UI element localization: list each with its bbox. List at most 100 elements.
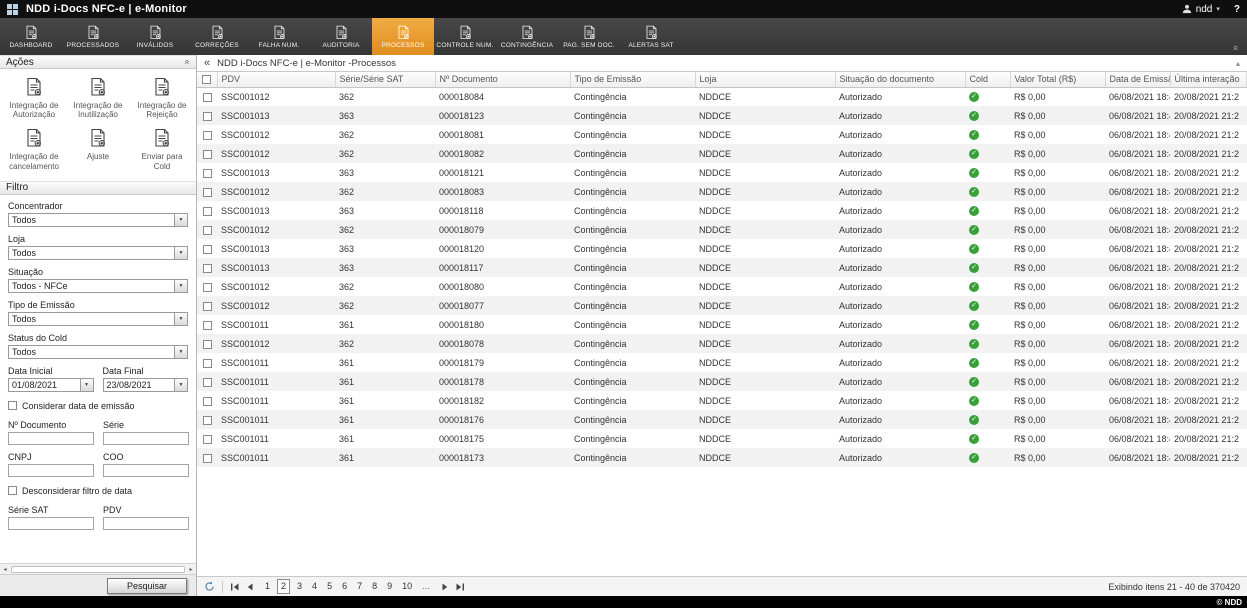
prev-page-button[interactable] bbox=[245, 582, 255, 592]
help-icon[interactable]: ? bbox=[1234, 4, 1240, 15]
row-checkbox[interactable] bbox=[203, 397, 212, 406]
row-checkbox[interactable] bbox=[203, 169, 212, 178]
tab-alertas-sat[interactable]: ALERTAS SAT bbox=[620, 18, 682, 55]
sidebar-horizontal-scrollbar[interactable]: ◂ ▸ bbox=[0, 563, 196, 574]
disregard-date-checkbox[interactable] bbox=[8, 486, 17, 495]
table-row[interactable]: SSC001011361000018175ContingênciaNDDCEAu… bbox=[197, 429, 1247, 448]
page-9[interactable]: 9 bbox=[384, 580, 395, 593]
tab-dashboard[interactable]: DASHBOARD bbox=[0, 18, 62, 55]
table-row[interactable]: SSC001013363000018120ContingênciaNDDCEAu… bbox=[197, 239, 1247, 258]
table-row[interactable]: SSC001012362000018078ContingênciaNDDCEAu… bbox=[197, 334, 1247, 353]
table-row[interactable]: SSC001011361000018179ContingênciaNDDCEAu… bbox=[197, 353, 1247, 372]
table-row[interactable]: SSC001013363000018117ContingênciaNDDCEAu… bbox=[197, 258, 1247, 277]
page-6[interactable]: 6 bbox=[339, 580, 350, 593]
status-do-cold-select[interactable]: Todos▼ bbox=[8, 345, 188, 359]
table-row[interactable]: SSC001013363000018118ContingênciaNDDCEAu… bbox=[197, 201, 1247, 220]
table-row[interactable]: SSC001012362000018077ContingênciaNDDCEAu… bbox=[197, 296, 1247, 315]
page-7[interactable]: 7 bbox=[354, 580, 365, 593]
scrollbar-thumb[interactable] bbox=[11, 566, 185, 573]
row-checkbox[interactable] bbox=[203, 416, 212, 425]
row-checkbox[interactable] bbox=[203, 207, 212, 216]
tab-pag-sem-doc[interactable]: PAG. SEM DOC. bbox=[558, 18, 620, 55]
row-checkbox[interactable] bbox=[203, 264, 212, 273]
coo-input[interactable] bbox=[103, 464, 189, 477]
column-header-serie-serie-sat[interactable]: Série/Série SAT bbox=[335, 72, 435, 87]
collapse-actions-icon[interactable]: « bbox=[182, 59, 192, 64]
table-row[interactable]: SSC001013363000018123ContingênciaNDDCEAu… bbox=[197, 106, 1247, 125]
action-integracao-de-autorizacao[interactable]: Integração de Autorização bbox=[2, 77, 66, 119]
row-checkbox[interactable] bbox=[203, 226, 212, 235]
column-header-n-documento[interactable]: Nº Documento bbox=[435, 72, 570, 87]
row-checkbox[interactable] bbox=[203, 188, 212, 197]
table-row[interactable]: SSC001012362000018080ContingênciaNDDCEAu… bbox=[197, 277, 1247, 296]
tab-contingencia[interactable]: CONTINGÊNCIA bbox=[496, 18, 558, 55]
column-header-loja[interactable]: Loja bbox=[695, 72, 835, 87]
select-all-checkbox[interactable] bbox=[202, 75, 211, 84]
row-checkbox[interactable] bbox=[203, 435, 212, 444]
scroll-left-icon[interactable]: ◂ bbox=[0, 566, 10, 573]
table-row[interactable]: SSC001011361000018173ContingênciaNDDCEAu… bbox=[197, 448, 1247, 467]
row-checkbox[interactable] bbox=[203, 378, 212, 387]
page-2[interactable]: 2 bbox=[277, 579, 290, 594]
concentrador-select[interactable]: Todos▼ bbox=[8, 213, 188, 227]
user-menu[interactable]: ndd ▾ bbox=[1182, 4, 1220, 15]
collapse-ribbon-icon[interactable]: » bbox=[1231, 45, 1241, 51]
row-checkbox[interactable] bbox=[203, 150, 212, 159]
table-row[interactable]: SSC001011361000018182ContingênciaNDDCEAu… bbox=[197, 391, 1247, 410]
cnpj-input[interactable] bbox=[8, 464, 94, 477]
column-header-cold[interactable]: Cold bbox=[965, 72, 1010, 87]
last-page-button[interactable] bbox=[455, 582, 465, 592]
search-button[interactable]: Pesquisar bbox=[107, 578, 187, 594]
row-checkbox[interactable] bbox=[203, 283, 212, 292]
row-checkbox[interactable] bbox=[203, 93, 212, 102]
app-launcher-icon[interactable] bbox=[7, 4, 18, 15]
first-page-button[interactable] bbox=[230, 582, 240, 592]
tab-invalidos[interactable]: INVÁLIDOS bbox=[124, 18, 186, 55]
row-checkbox[interactable] bbox=[203, 245, 212, 254]
consider-emission-checkbox[interactable] bbox=[8, 401, 17, 410]
tipo-de-emissao-select[interactable]: Todos▼ bbox=[8, 312, 188, 326]
table-row[interactable]: SSC001011361000018178ContingênciaNDDCEAu… bbox=[197, 372, 1247, 391]
tab-controle-num[interactable]: CONTROLE NUM. bbox=[434, 18, 496, 55]
table-row[interactable]: SSC001012362000018079ContingênciaNDDCEAu… bbox=[197, 220, 1247, 239]
tab-processados[interactable]: PROCESSADOS bbox=[62, 18, 124, 55]
column-header-situacao-do-documento[interactable]: Situação do documento bbox=[835, 72, 965, 87]
end-date-picker[interactable]: 23/08/2021 ▼ bbox=[103, 378, 189, 392]
row-checkbox[interactable] bbox=[203, 359, 212, 368]
collapse-sidebar-icon[interactable]: « bbox=[204, 58, 210, 69]
action-integracao-de-inutilizacao[interactable]: Integração de Inutilização bbox=[66, 77, 130, 119]
page-10[interactable]: 10 bbox=[399, 580, 415, 593]
column-header-tipo-de-emissao[interactable]: Tipo de Emissão bbox=[570, 72, 695, 87]
action-ajuste[interactable]: Ajuste bbox=[66, 128, 130, 170]
page-4[interactable]: 4 bbox=[309, 580, 320, 593]
column-header-data-de-emissao[interactable]: Data de Emissão bbox=[1105, 72, 1170, 87]
scroll-right-icon[interactable]: ▸ bbox=[186, 566, 196, 573]
column-header-pdv[interactable]: PDV bbox=[217, 72, 335, 87]
situacao-select[interactable]: Todos - NFCe▼ bbox=[8, 279, 188, 293]
row-checkbox[interactable] bbox=[203, 454, 212, 463]
table-row[interactable]: SSC001012362000018084ContingênciaNDDCEAu… bbox=[197, 87, 1247, 106]
tab-falha-num[interactable]: FALHA NUM. bbox=[248, 18, 310, 55]
page-8[interactable]: 8 bbox=[369, 580, 380, 593]
doc-number-input[interactable] bbox=[8, 432, 94, 445]
loja-select[interactable]: Todos▼ bbox=[8, 246, 188, 260]
next-page-button[interactable] bbox=[440, 582, 450, 592]
table-row[interactable]: SSC001011361000018180ContingênciaNDDCEAu… bbox=[197, 315, 1247, 334]
row-checkbox[interactable] bbox=[203, 340, 212, 349]
pdv-input[interactable] bbox=[103, 517, 189, 530]
serie-sat-input[interactable] bbox=[8, 517, 94, 530]
serie-input[interactable] bbox=[103, 432, 189, 445]
row-checkbox[interactable] bbox=[203, 112, 212, 121]
scroll-up-icon[interactable]: ▴ bbox=[1236, 59, 1240, 68]
page-1[interactable]: 1 bbox=[262, 580, 273, 593]
page-3[interactable]: 3 bbox=[294, 580, 305, 593]
refresh-button[interactable] bbox=[204, 581, 215, 592]
tab-processos[interactable]: PROCESSOS bbox=[372, 18, 434, 55]
tab-correcoes[interactable]: CORREÇÕES bbox=[186, 18, 248, 55]
table-row[interactable]: SSC001011361000018176ContingênciaNDDCEAu… bbox=[197, 410, 1247, 429]
page-5[interactable]: 5 bbox=[324, 580, 335, 593]
table-row[interactable]: SSC001013363000018121ContingênciaNDDCEAu… bbox=[197, 163, 1247, 182]
table-row[interactable]: SSC001012362000018082ContingênciaNDDCEAu… bbox=[197, 144, 1247, 163]
tab-auditoria[interactable]: AUDITORIA bbox=[310, 18, 372, 55]
action-integracao-de-rejeicao[interactable]: Integração de Rejeição bbox=[130, 77, 194, 119]
